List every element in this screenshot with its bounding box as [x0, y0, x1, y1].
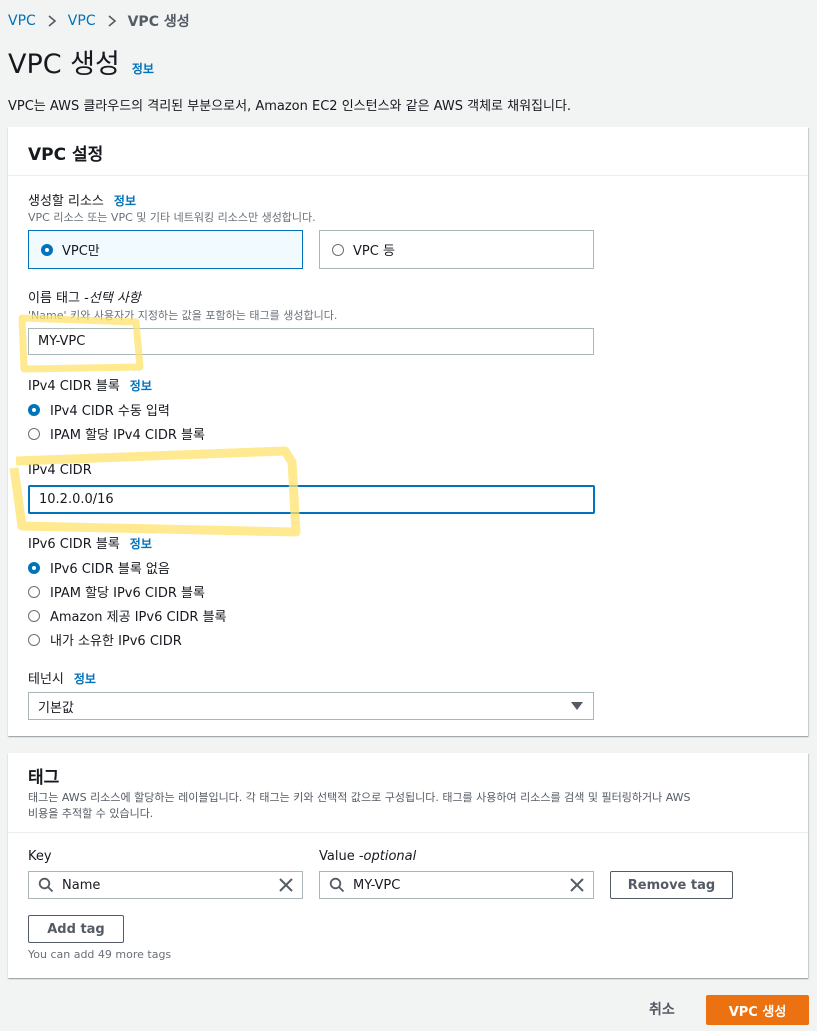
cancel-button[interactable]: 취소: [649, 999, 675, 1019]
radio-unselected-icon: [28, 427, 40, 440]
ipv4-block-label-row: IPv4 CIDR 블록 정보: [28, 375, 152, 394]
ipv6-block-label: IPv6 CIDR 블록: [28, 537, 120, 552]
ipv6-option-none[interactable]: IPv6 CIDR 블록 없음: [28, 558, 170, 577]
resources-label-row: 생성할 리소스 정보: [28, 190, 136, 209]
ipv6-block-info-link[interactable]: 정보: [130, 535, 152, 552]
ipv4-block-label: IPv4 CIDR 블록: [28, 379, 120, 394]
ipv4-block-info-link[interactable]: 정보: [130, 377, 152, 394]
ipv4-option-manual[interactable]: IPv4 CIDR 수동 입력: [28, 400, 170, 419]
name-tag-label-row: 이름 태그 - 선택 사항: [28, 287, 141, 306]
radio-selected-icon: [28, 561, 40, 574]
tag-value-optional: optional: [363, 849, 417, 864]
tags-panel: 태그 태그는 AWS 리소스에 할당하는 레이블입니다. 각 태그는 키와 선택…: [8, 753, 808, 978]
ipv6-block-label-row: IPv6 CIDR 블록 정보: [28, 533, 152, 552]
ipv6-option-ipam[interactable]: IPAM 할당 IPv6 CIDR 블록: [28, 582, 205, 601]
radio-selected-icon: [41, 243, 53, 256]
ipv4-option-label: IPv4 CIDR 수동 입력: [50, 404, 170, 419]
ipv6-option-label: Amazon 제공 IPv6 CIDR 블록: [50, 610, 227, 625]
ipv4-cidr-input[interactable]: 10.2.0.0/16: [28, 485, 595, 514]
create-vpc-button[interactable]: VPC 생성: [706, 995, 809, 1025]
name-tag-value: MY-VPC: [38, 334, 86, 349]
radio-selected-icon: [28, 403, 40, 416]
chevron-right-icon: [46, 15, 58, 27]
name-tag-optional: 선택 사항: [88, 291, 141, 306]
breadcrumb-link-vpc[interactable]: VPC: [8, 13, 36, 29]
tags-remaining-hint: You can add 49 more tags: [28, 948, 172, 961]
tag-value-input[interactable]: MY-VPC: [319, 871, 594, 899]
page-info-link[interactable]: 정보: [132, 60, 154, 77]
ipv6-option-label: IPAM 할당 IPv6 CIDR 블록: [50, 586, 205, 601]
tags-description-line1: 태그는 AWS 리소스에 할당하는 레이블입니다. 각 태그는 키와 선택적 값…: [28, 791, 691, 804]
ipv6-option-label: IPv6 CIDR 블록 없음: [50, 562, 170, 577]
clear-icon[interactable]: [278, 877, 294, 893]
tenancy-select[interactable]: 기본값: [28, 692, 594, 720]
ipv4-cidr-value: 10.2.0.0/16: [39, 492, 114, 507]
ipv6-option-owned[interactable]: 내가 소유한 IPv6 CIDR: [28, 630, 182, 649]
resources-info-link[interactable]: 정보: [114, 192, 136, 209]
vpc-settings-title: VPC 설정: [28, 145, 104, 165]
resource-option-label: VPC 등: [353, 244, 395, 259]
radio-unselected-icon: [28, 609, 40, 622]
caret-down-icon: [571, 702, 583, 710]
tag-value-label-text: Value -: [319, 849, 364, 864]
ipv4-option-ipam[interactable]: IPAM 할당 IPv4 CIDR 블록: [28, 424, 205, 443]
ipv6-option-label: 내가 소유한 IPv6 CIDR: [50, 634, 182, 649]
chevron-right-icon: [106, 15, 118, 27]
vpc-settings-header: VPC 설정: [8, 127, 808, 176]
ipv4-option-label: IPAM 할당 IPv4 CIDR 블록: [50, 428, 205, 443]
resource-option-vpc-and-more[interactable]: VPC 등: [319, 230, 594, 269]
ipv6-option-amazon[interactable]: Amazon 제공 IPv6 CIDR 블록: [28, 606, 227, 625]
tag-key-input[interactable]: Name: [28, 871, 303, 899]
tag-value-value: MY-VPC: [353, 877, 401, 893]
search-icon: [38, 877, 54, 893]
clear-icon[interactable]: [569, 877, 585, 893]
breadcrumb: VPC VPC VPC 생성: [8, 11, 190, 31]
name-tag-label: 이름 태그 -: [28, 291, 89, 306]
tenancy-value: 기본값: [38, 700, 74, 716]
name-tag-hint: 'Name' 키와 사용자가 지정하는 값을 포함하는 태그를 생성합니다.: [28, 309, 338, 322]
radio-unselected-icon: [28, 585, 40, 598]
breadcrumb-current: VPC 생성: [127, 14, 190, 30]
tags-header: 태그 태그는 AWS 리소스에 할당하는 레이블입니다. 각 태그는 키와 선택…: [8, 753, 808, 833]
tenancy-info-link[interactable]: 정보: [74, 670, 96, 687]
ipv4-cidr-label: IPv4 CIDR: [28, 463, 92, 478]
remove-tag-button[interactable]: Remove tag: [610, 871, 733, 899]
resources-label: 생성할 리소스: [28, 194, 104, 209]
page-description: VPC는 AWS 클라우드의 격리된 부분으로서, Amazon EC2 인스턴…: [8, 99, 572, 114]
tenancy-label-row: 테넌시 정보: [28, 668, 96, 687]
vpc-settings-panel: VPC 설정 생성할 리소스 정보 VPC 리소스 또는 VPC 및 기타 네트…: [8, 127, 808, 736]
tag-value-label: Value - optional: [319, 849, 416, 864]
resources-hint: VPC 리소스 또는 VPC 및 기타 네트워킹 리소스만 생성합니다.: [28, 211, 316, 224]
search-icon: [329, 877, 345, 893]
resource-option-vpc-only[interactable]: VPC만: [28, 230, 303, 269]
radio-unselected-icon: [28, 633, 40, 646]
tags-title: 태그: [28, 768, 60, 788]
tag-key-label-text: Key: [28, 849, 52, 864]
name-tag-input[interactable]: MY-VPC: [28, 328, 594, 355]
tag-key-label: Key: [28, 849, 52, 864]
breadcrumb-link-vpc-list[interactable]: VPC: [68, 13, 96, 29]
tag-key-value: Name: [62, 877, 101, 893]
page-title: VPC 생성: [8, 49, 120, 80]
add-tag-button[interactable]: Add tag: [28, 915, 124, 943]
tags-description-line2: 비용을 추적할 수 있습니다.: [28, 807, 154, 820]
radio-unselected-icon: [332, 243, 344, 256]
ipv4-cidr-label-row: IPv4 CIDR: [28, 463, 92, 478]
page-header: VPC 생성 정보: [8, 42, 154, 81]
tenancy-label: 테넌시: [28, 672, 64, 687]
resource-option-label: VPC만: [62, 244, 100, 259]
